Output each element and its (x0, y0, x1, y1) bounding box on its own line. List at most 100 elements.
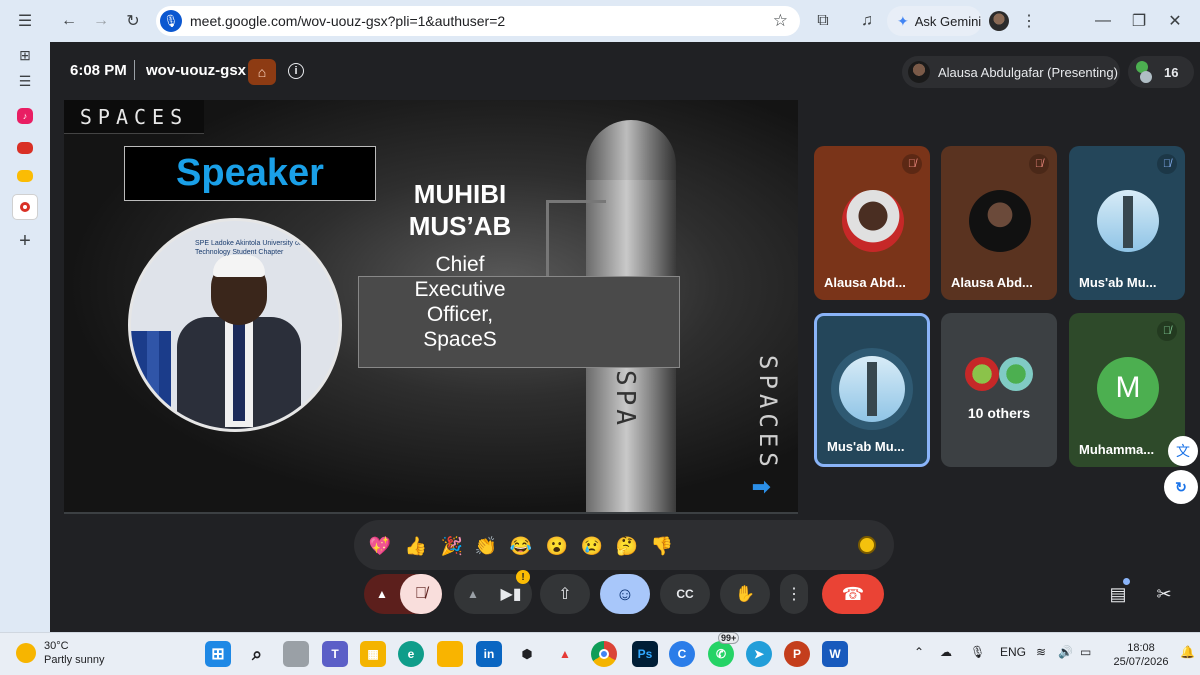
extension-helper-icon[interactable]: ↻ (1164, 470, 1198, 504)
participants-avatars-icon (1136, 61, 1154, 83)
browser-menu-icon[interactable]: ⋮ (1014, 6, 1044, 36)
translate-icon[interactable]: 文 (1168, 436, 1198, 466)
audio-options-chevron-icon[interactable]: ▲ (364, 574, 400, 614)
mic-toggle-button[interactable]: 🎙̸ (400, 574, 442, 614)
speaker-name-line1: MUHIBI (413, 179, 507, 209)
battery-icon[interactable]: ▭ (1080, 645, 1091, 659)
system-clock[interactable]: 18:08 25/07/2026 (1106, 641, 1176, 669)
reaction-party-icon[interactable]: 🎉 (440, 534, 464, 558)
forward-button[interactable]: → (86, 6, 116, 36)
video-camera-icon: ▶▮ (500, 586, 522, 603)
ask-gemini-button[interactable]: ✦ Ask Gemini (887, 6, 982, 36)
host-controls-icon[interactable]: ⌂ (248, 59, 276, 85)
activities-button[interactable]: ✂ (1144, 576, 1184, 612)
participant-tile[interactable]: 🎙̸ Alausa Abd... (941, 146, 1057, 300)
clock-time: 18:08 (1127, 642, 1155, 654)
reaction-thinking-icon[interactable]: 🤔 (615, 534, 639, 558)
onedrive-icon[interactable]: ☁ (940, 645, 952, 659)
speaker-heading: Speaker (176, 152, 324, 194)
participant-tile-speaking[interactable]: Mus'ab Mu... (814, 313, 930, 467)
side-app-pink-icon[interactable]: ♪ (17, 108, 33, 124)
powerpoint-icon[interactable]: P (784, 641, 810, 667)
search-icon[interactable]: ⌕ (244, 641, 270, 667)
reaction-thumbs-up-icon[interactable]: 👍 (404, 534, 428, 558)
voice-search-icon[interactable]: 🎙 (160, 10, 182, 32)
add-side-app-icon[interactable]: + (12, 228, 38, 254)
side-app-record-icon[interactable] (12, 194, 38, 220)
media-controls-icon[interactable]: ♫ (852, 6, 882, 36)
meeting-info-icon[interactable]: i (288, 63, 304, 79)
minimize-window-icon[interactable]: — (1088, 6, 1118, 36)
apps-grid-icon[interactable]: ⊞ (12, 42, 38, 68)
present-screen-button[interactable]: ⇧ (540, 574, 590, 614)
teams-icon[interactable]: T (322, 641, 348, 667)
presenting-chip[interactable]: Alausa Abdulgafar (Presenting) (902, 56, 1120, 88)
reaction-sad-icon[interactable]: 😢 (580, 534, 604, 558)
camera-warning-icon: ! (516, 570, 530, 584)
reaction-thumbs-down-icon[interactable]: 👎 (650, 534, 674, 558)
language-indicator[interactable]: ENG (1000, 645, 1026, 659)
profile-avatar[interactable] (989, 11, 1009, 31)
reload-button[interactable]: ↻ (118, 6, 148, 36)
edge-icon[interactable]: e (398, 641, 424, 667)
speaker-name: MUHIBI MUS’AB (394, 178, 526, 242)
address-bar[interactable]: 🎙 meet.google.com/wov-uouz-gsx?pli=1&aut… (156, 6, 800, 36)
participant-tile[interactable]: 🎙̸ Alausa Abd... (814, 146, 930, 300)
others-tile[interactable]: 10 others (941, 313, 1057, 467)
linkedin-icon[interactable]: in (476, 641, 502, 667)
speaker-name-line2: MUS’AB (408, 211, 512, 241)
raise-hand-button[interactable]: ✋ (720, 574, 770, 614)
reaction-clap-icon[interactable]: 👏 (474, 534, 498, 558)
emoji-reactions-button[interactable]: ☺ (600, 574, 650, 614)
participant-count: 16 (1164, 64, 1179, 80)
task-view-icon[interactable] (283, 641, 309, 667)
back-button[interactable]: ← (54, 6, 84, 36)
notifications-icon[interactable]: 🔔 (1180, 645, 1195, 659)
photoshop-icon[interactable]: Ps (632, 641, 658, 667)
bookmark-star-icon[interactable]: ☆ (773, 11, 788, 31)
camera-toggle-button[interactable]: ▶▮ ! (490, 570, 532, 614)
reaction-heart-icon[interactable]: 💖 (368, 534, 392, 558)
others-avatar (999, 357, 1033, 391)
telegram-icon[interactable]: ➤ (746, 641, 772, 667)
app-triangle-icon[interactable]: ▲ (552, 641, 578, 667)
app-c-icon[interactable]: C (669, 641, 695, 667)
photo-tie (233, 321, 245, 421)
chat-button[interactable]: ▤ (1098, 576, 1138, 612)
windows-taskbar: 30°C Partly sunny ⊞ ⌕ T ▦ e in ⬢ ▲ Ps C … (0, 632, 1200, 675)
speaker-role: Chief Executive Officer, SpaceS (394, 252, 526, 352)
word-icon[interactable]: W (822, 641, 848, 667)
reaction-laugh-icon[interactable]: 😂 (509, 534, 533, 558)
url-text: meet.google.com/wov-uouz-gsx?pli=1&authu… (190, 13, 506, 29)
restore-window-icon[interactable]: ❐ (1124, 6, 1154, 36)
start-button[interactable]: ⊞ (205, 641, 231, 667)
whatsapp-badge: 99+ (718, 632, 740, 644)
weather-widget[interactable]: 30°C Partly sunny (16, 639, 105, 667)
file-explorer-icon[interactable] (437, 641, 463, 667)
tray-mic-icon[interactable]: 🎙 (970, 645, 985, 659)
wifi-icon[interactable]: ≋ (1036, 645, 1046, 659)
side-panel-toggle-icon[interactable]: ☰ (10, 6, 40, 36)
participants-button[interactable]: 16 (1128, 56, 1194, 88)
chrome-icon[interactable] (591, 641, 617, 667)
skin-tone-selector[interactable] (858, 536, 876, 554)
reading-list-icon[interactable]: ☰ (12, 68, 38, 94)
chat-notification-dot (1123, 578, 1130, 585)
reaction-surprised-icon[interactable]: 😮 (545, 534, 569, 558)
more-options-button[interactable]: ⋮ (780, 574, 808, 614)
volume-icon[interactable]: 🔊 (1058, 645, 1073, 659)
captions-button[interactable]: CC (660, 574, 710, 614)
participant-tile[interactable]: 🎙̸ Mus'ab Mu... (1069, 146, 1185, 300)
video-options-chevron-icon[interactable]: ▲ (456, 574, 490, 614)
participant-tile[interactable]: 🎙̸ M Muhamma... (1069, 313, 1185, 467)
extensions-icon[interactable]: ⧉ (808, 6, 838, 36)
close-window-icon[interactable]: ✕ (1160, 6, 1190, 36)
side-app-video-icon[interactable] (17, 170, 33, 182)
app-cube-icon[interactable]: ⬢ (514, 641, 540, 667)
leave-call-button[interactable]: ☎ (822, 574, 884, 614)
whatsapp-icon[interactable]: ✆ 99+ (708, 632, 740, 667)
spaces-logo: SPACES (64, 100, 204, 134)
show-hidden-icons[interactable]: ⌃ (914, 645, 924, 659)
store-icon[interactable]: ▦ (360, 641, 386, 667)
side-app-red-icon[interactable] (17, 142, 33, 154)
